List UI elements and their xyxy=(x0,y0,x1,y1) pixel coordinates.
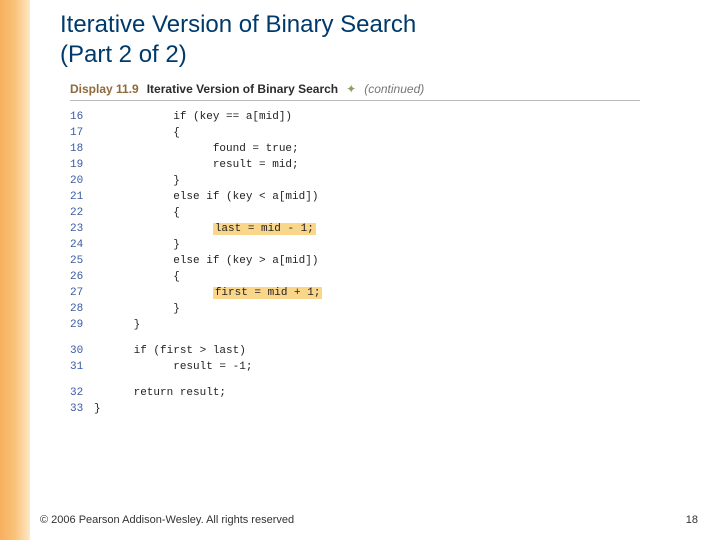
line-number: 20 xyxy=(70,175,94,187)
code-text: } xyxy=(94,403,101,415)
line-number: 28 xyxy=(70,303,94,315)
line-number: 27 xyxy=(70,287,94,299)
code-row: 32 return result; xyxy=(70,385,700,401)
code-text: { xyxy=(94,207,180,219)
code-row: 29 } xyxy=(70,317,700,333)
line-number: 31 xyxy=(70,361,94,373)
code-text: first = mid + 1; xyxy=(94,287,322,299)
title-line-2: (Part 2 of 2) xyxy=(60,41,187,68)
code-text: last = mid - 1; xyxy=(94,223,316,235)
slide-content: Iterative Version of Binary Search (Part… xyxy=(60,5,700,417)
code-row: 17 { xyxy=(70,125,700,141)
line-number: 21 xyxy=(70,191,94,203)
code-text: if (first > last) xyxy=(94,345,246,357)
display-header: Display 11.9 Iterative Version of Binary… xyxy=(70,82,700,96)
code-row: 25 else if (key > a[mid]) xyxy=(70,253,700,269)
copyright-footer: © 2006 Pearson Addison-Wesley. All right… xyxy=(40,514,294,526)
code-row: 24 } xyxy=(70,237,700,253)
line-number: 17 xyxy=(70,127,94,139)
page-title: Iterative Version of Binary Search (Part… xyxy=(60,10,700,70)
code-row: 21 else if (key < a[mid]) xyxy=(70,189,700,205)
display-label: Display 11.9 xyxy=(70,82,139,96)
title-line-1: Iterative Version of Binary Search xyxy=(60,11,416,38)
line-number: 30 xyxy=(70,345,94,357)
code-row: 33} xyxy=(70,401,700,417)
code-row: 20 } xyxy=(70,173,700,189)
code-text: else if (key > a[mid]) xyxy=(94,255,318,267)
code-row: 19 result = mid; xyxy=(70,157,700,173)
code-row: 28 } xyxy=(70,301,700,317)
code-row: 22 { xyxy=(70,205,700,221)
code-row: 31 result = -1; xyxy=(70,359,700,375)
code-row: 26 { xyxy=(70,269,700,285)
code-gap xyxy=(70,375,700,385)
code-row: 18 found = true; xyxy=(70,141,700,157)
code-text: { xyxy=(94,271,180,283)
code-indent xyxy=(94,287,213,299)
code-indent xyxy=(94,223,213,235)
line-number: 22 xyxy=(70,207,94,219)
code-text: result = mid; xyxy=(94,159,299,171)
code-text: } xyxy=(94,303,180,315)
code-text: } xyxy=(94,175,180,187)
line-number: 29 xyxy=(70,319,94,331)
line-number: 33 xyxy=(70,403,94,415)
code-text: } xyxy=(94,239,180,251)
line-number: 26 xyxy=(70,271,94,283)
rule-container xyxy=(70,100,640,101)
line-number: 16 xyxy=(70,111,94,123)
code-row: 16 if (key == a[mid]) xyxy=(70,109,700,125)
display-title: Iterative Version of Binary Search xyxy=(147,82,338,96)
code-text: found = true; xyxy=(94,143,299,155)
code-text: else if (key < a[mid]) xyxy=(94,191,318,203)
line-number: 24 xyxy=(70,239,94,251)
code-text: { xyxy=(94,127,180,139)
code-text: } xyxy=(94,319,140,331)
code-text: return result; xyxy=(94,387,226,399)
highlight: first = mid + 1; xyxy=(213,287,323,299)
code-text: if (key == a[mid]) xyxy=(94,111,292,123)
code-row: 23 last = mid - 1; xyxy=(70,221,700,237)
code-gap xyxy=(70,333,700,343)
line-number: 32 xyxy=(70,387,94,399)
code-text: result = -1; xyxy=(94,361,252,373)
page-number: 18 xyxy=(686,514,698,526)
line-number: 23 xyxy=(70,223,94,235)
code-row: 30 if (first > last) xyxy=(70,343,700,359)
line-number: 18 xyxy=(70,143,94,155)
continued-label: (continued) xyxy=(364,82,424,96)
left-accent-bar xyxy=(0,0,30,540)
code-row: 27 first = mid + 1; xyxy=(70,285,700,301)
highlight: last = mid - 1; xyxy=(213,223,316,235)
header-rule xyxy=(70,100,640,101)
code-listing: 16 if (key == a[mid]) 17 { 18 found = tr… xyxy=(70,109,700,417)
line-number: 19 xyxy=(70,159,94,171)
diamond-icon: ✦ xyxy=(346,82,356,96)
line-number: 25 xyxy=(70,255,94,267)
